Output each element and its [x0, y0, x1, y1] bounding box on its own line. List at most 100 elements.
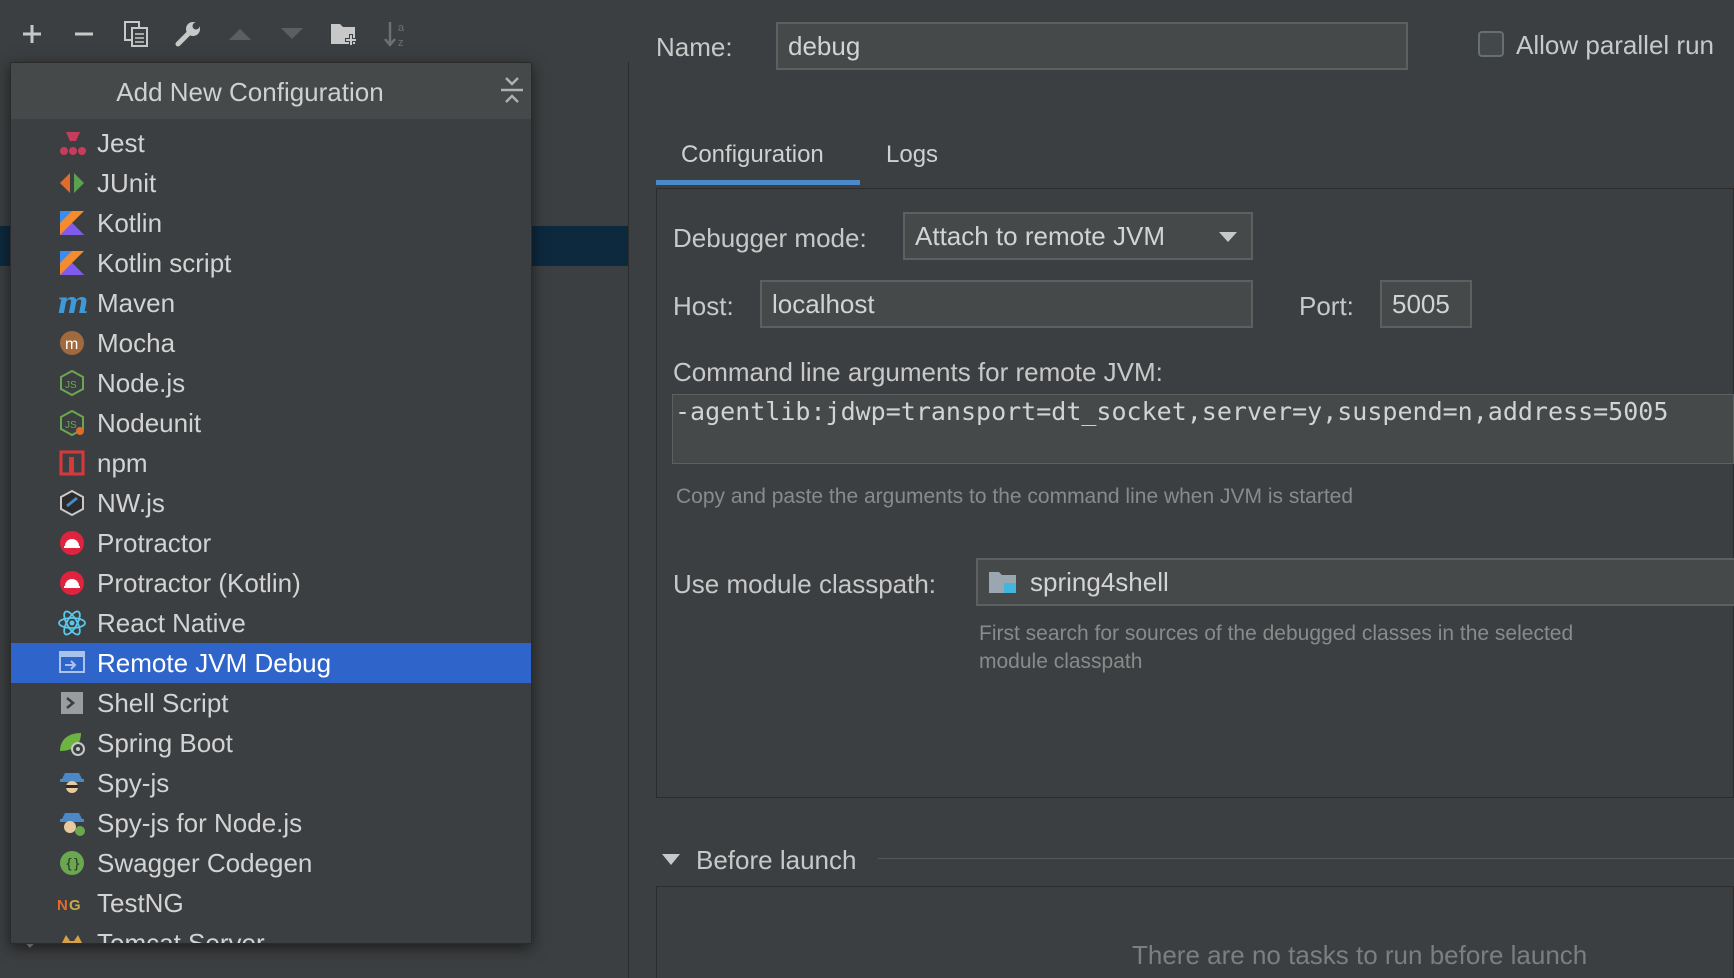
config-type-npm[interactable]: npm [11, 443, 531, 483]
before-launch-toggle-icon[interactable] [662, 854, 680, 865]
config-type-label: Nodeunit [97, 408, 202, 438]
tab-logs[interactable]: Logs [886, 141, 938, 169]
module-classpath-value: spring4shell [1030, 566, 1169, 597]
sort-icon[interactable]: az [380, 18, 412, 50]
allow-parallel-checkbox[interactable] [1478, 31, 1504, 57]
config-type-label: Spring Boot [97, 728, 233, 758]
shell-script-icon [57, 688, 87, 718]
move-down-icon[interactable] [276, 18, 308, 50]
cmd-args-label: Command line arguments for remote JVM: [673, 357, 1163, 387]
config-type-label: JUnit [97, 168, 157, 198]
nwjs-icon [57, 488, 87, 518]
wrench-icon[interactable] [172, 18, 204, 50]
config-type-spring-boot[interactable]: Spring Boot [11, 723, 531, 763]
config-type-remote-jvm-debug[interactable]: Remote JVM Debug [11, 643, 531, 683]
jest-icon [57, 128, 87, 158]
config-type-nodeunit[interactable]: JS Nodeunit [11, 403, 531, 443]
module-hint-line2: module classpath [979, 650, 1143, 673]
popup-header: Add New Configuration [11, 63, 531, 119]
svg-text:a: a [398, 22, 405, 34]
module-folder-icon [988, 569, 1018, 595]
svg-text:N: N [57, 897, 68, 914]
popup-title: Add New Configuration [116, 77, 384, 107]
npm-icon [57, 448, 87, 478]
config-type-kotlin[interactable]: Kotlin [11, 203, 531, 243]
config-type-label: npm [97, 448, 148, 478]
debugger-mode-value: Attach to remote JVM [915, 220, 1165, 251]
config-type-label: React Native [97, 608, 246, 638]
config-type-shell-script[interactable]: Shell Script [11, 683, 531, 723]
config-type-tomcat[interactable]: Tomcat Server [11, 923, 531, 943]
mocha-icon: m [57, 328, 87, 358]
tomcat-icon [57, 928, 87, 943]
kotlin-script-icon [57, 248, 87, 278]
config-type-label: Spy-js [97, 768, 170, 798]
config-type-label: Protractor [97, 528, 212, 558]
svg-text:m: m [57, 289, 87, 317]
config-type-swagger-codegen[interactable]: {} Swagger Codegen [11, 843, 531, 883]
chevron-down-icon [1219, 232, 1237, 242]
config-type-label: Kotlin [97, 208, 163, 238]
config-type-testng[interactable]: NG TestNG [11, 883, 531, 923]
spy-js-node-icon [57, 808, 87, 838]
config-type-label: Jest [97, 128, 145, 158]
config-type-label: Shell Script [97, 688, 229, 718]
port-field[interactable]: 5005 [1380, 280, 1472, 328]
module-classpath-select[interactable]: spring4shell [976, 558, 1734, 606]
junit-icon [57, 168, 87, 198]
config-type-label: Node.js [97, 368, 186, 398]
config-type-mocha[interactable]: m Mocha [11, 323, 531, 363]
before-launch-separator [878, 858, 1734, 859]
port-label: Port: [1299, 291, 1354, 321]
move-up-icon[interactable] [224, 18, 256, 50]
cmd-args-value: -agentlib:jdwp=transport=dt_socket,serve… [675, 397, 1669, 426]
before-launch-empty-text: There are no tasks to run before launch [1132, 940, 1588, 970]
config-type-label: TestNG [97, 888, 184, 918]
config-type-maven[interactable]: m Maven [11, 283, 531, 323]
remote-jvm-debug-icon [57, 648, 87, 678]
name-label: Name: [656, 32, 733, 62]
react-native-icon [57, 608, 87, 638]
maven-icon: m [57, 288, 87, 318]
config-type-jest[interactable]: Jest [11, 123, 531, 163]
cmd-args-hint: Copy and paste the arguments to the comm… [676, 485, 1354, 508]
svg-text:z: z [398, 37, 404, 49]
config-type-label: NW.js [97, 488, 165, 518]
config-type-junit[interactable]: JUnit [11, 163, 531, 203]
allow-parallel-label: Allow parallel run [1516, 30, 1714, 60]
config-type-protractor[interactable]: Protractor [11, 523, 531, 563]
host-field[interactable]: localhost [760, 280, 1253, 328]
before-launch-label[interactable]: Before launch [696, 845, 856, 876]
remove-icon[interactable] [68, 18, 100, 50]
protractor-icon [57, 528, 87, 558]
config-type-label: Remote JVM Debug [97, 648, 332, 678]
config-type-spy-js[interactable]: Spy-js [11, 763, 531, 803]
host-label: Host: [673, 291, 734, 321]
cmd-args-field[interactable]: -agentlib:jdwp=transport=dt_socket,serve… [672, 394, 1734, 464]
config-type-label: Swagger Codegen [97, 848, 313, 878]
tab-configuration[interactable]: Configuration [681, 141, 824, 169]
debugger-mode-select[interactable]: Attach to remote JVM [903, 212, 1253, 260]
spring-boot-icon [57, 728, 87, 758]
config-type-protractor-kotlin[interactable]: Protractor (Kotlin) [11, 563, 531, 603]
copy-icon[interactable] [120, 18, 152, 50]
toolbar: az [0, 0, 640, 62]
config-type-nwjs[interactable]: NW.js [11, 483, 531, 523]
debugger-mode-label: Debugger mode: [673, 223, 867, 253]
config-type-kotlin-script[interactable]: Kotlin script [11, 243, 531, 283]
nodeunit-icon: JS [57, 408, 87, 438]
testng-icon: NG [57, 888, 87, 918]
name-field[interactable]: debug [776, 22, 1408, 70]
config-type-react-native[interactable]: React Native [11, 603, 531, 643]
module-hint-line1: First search for sources of the debugged… [979, 622, 1574, 645]
kotlin-icon [57, 208, 87, 238]
config-type-nodejs[interactable]: JS Node.js [11, 363, 531, 403]
add-icon[interactable] [16, 18, 48, 50]
new-folder-icon[interactable] [328, 18, 360, 50]
svg-text:m: m [65, 336, 78, 353]
svg-text:{}: {} [65, 857, 81, 872]
collapse-all-icon[interactable] [497, 73, 527, 109]
add-configuration-popup: Add New Configuration Jest JUnit Kotlin … [10, 62, 532, 944]
svg-text:JS: JS [65, 380, 77, 391]
config-type-spy-js-node[interactable]: Spy-js for Node.js [11, 803, 531, 843]
